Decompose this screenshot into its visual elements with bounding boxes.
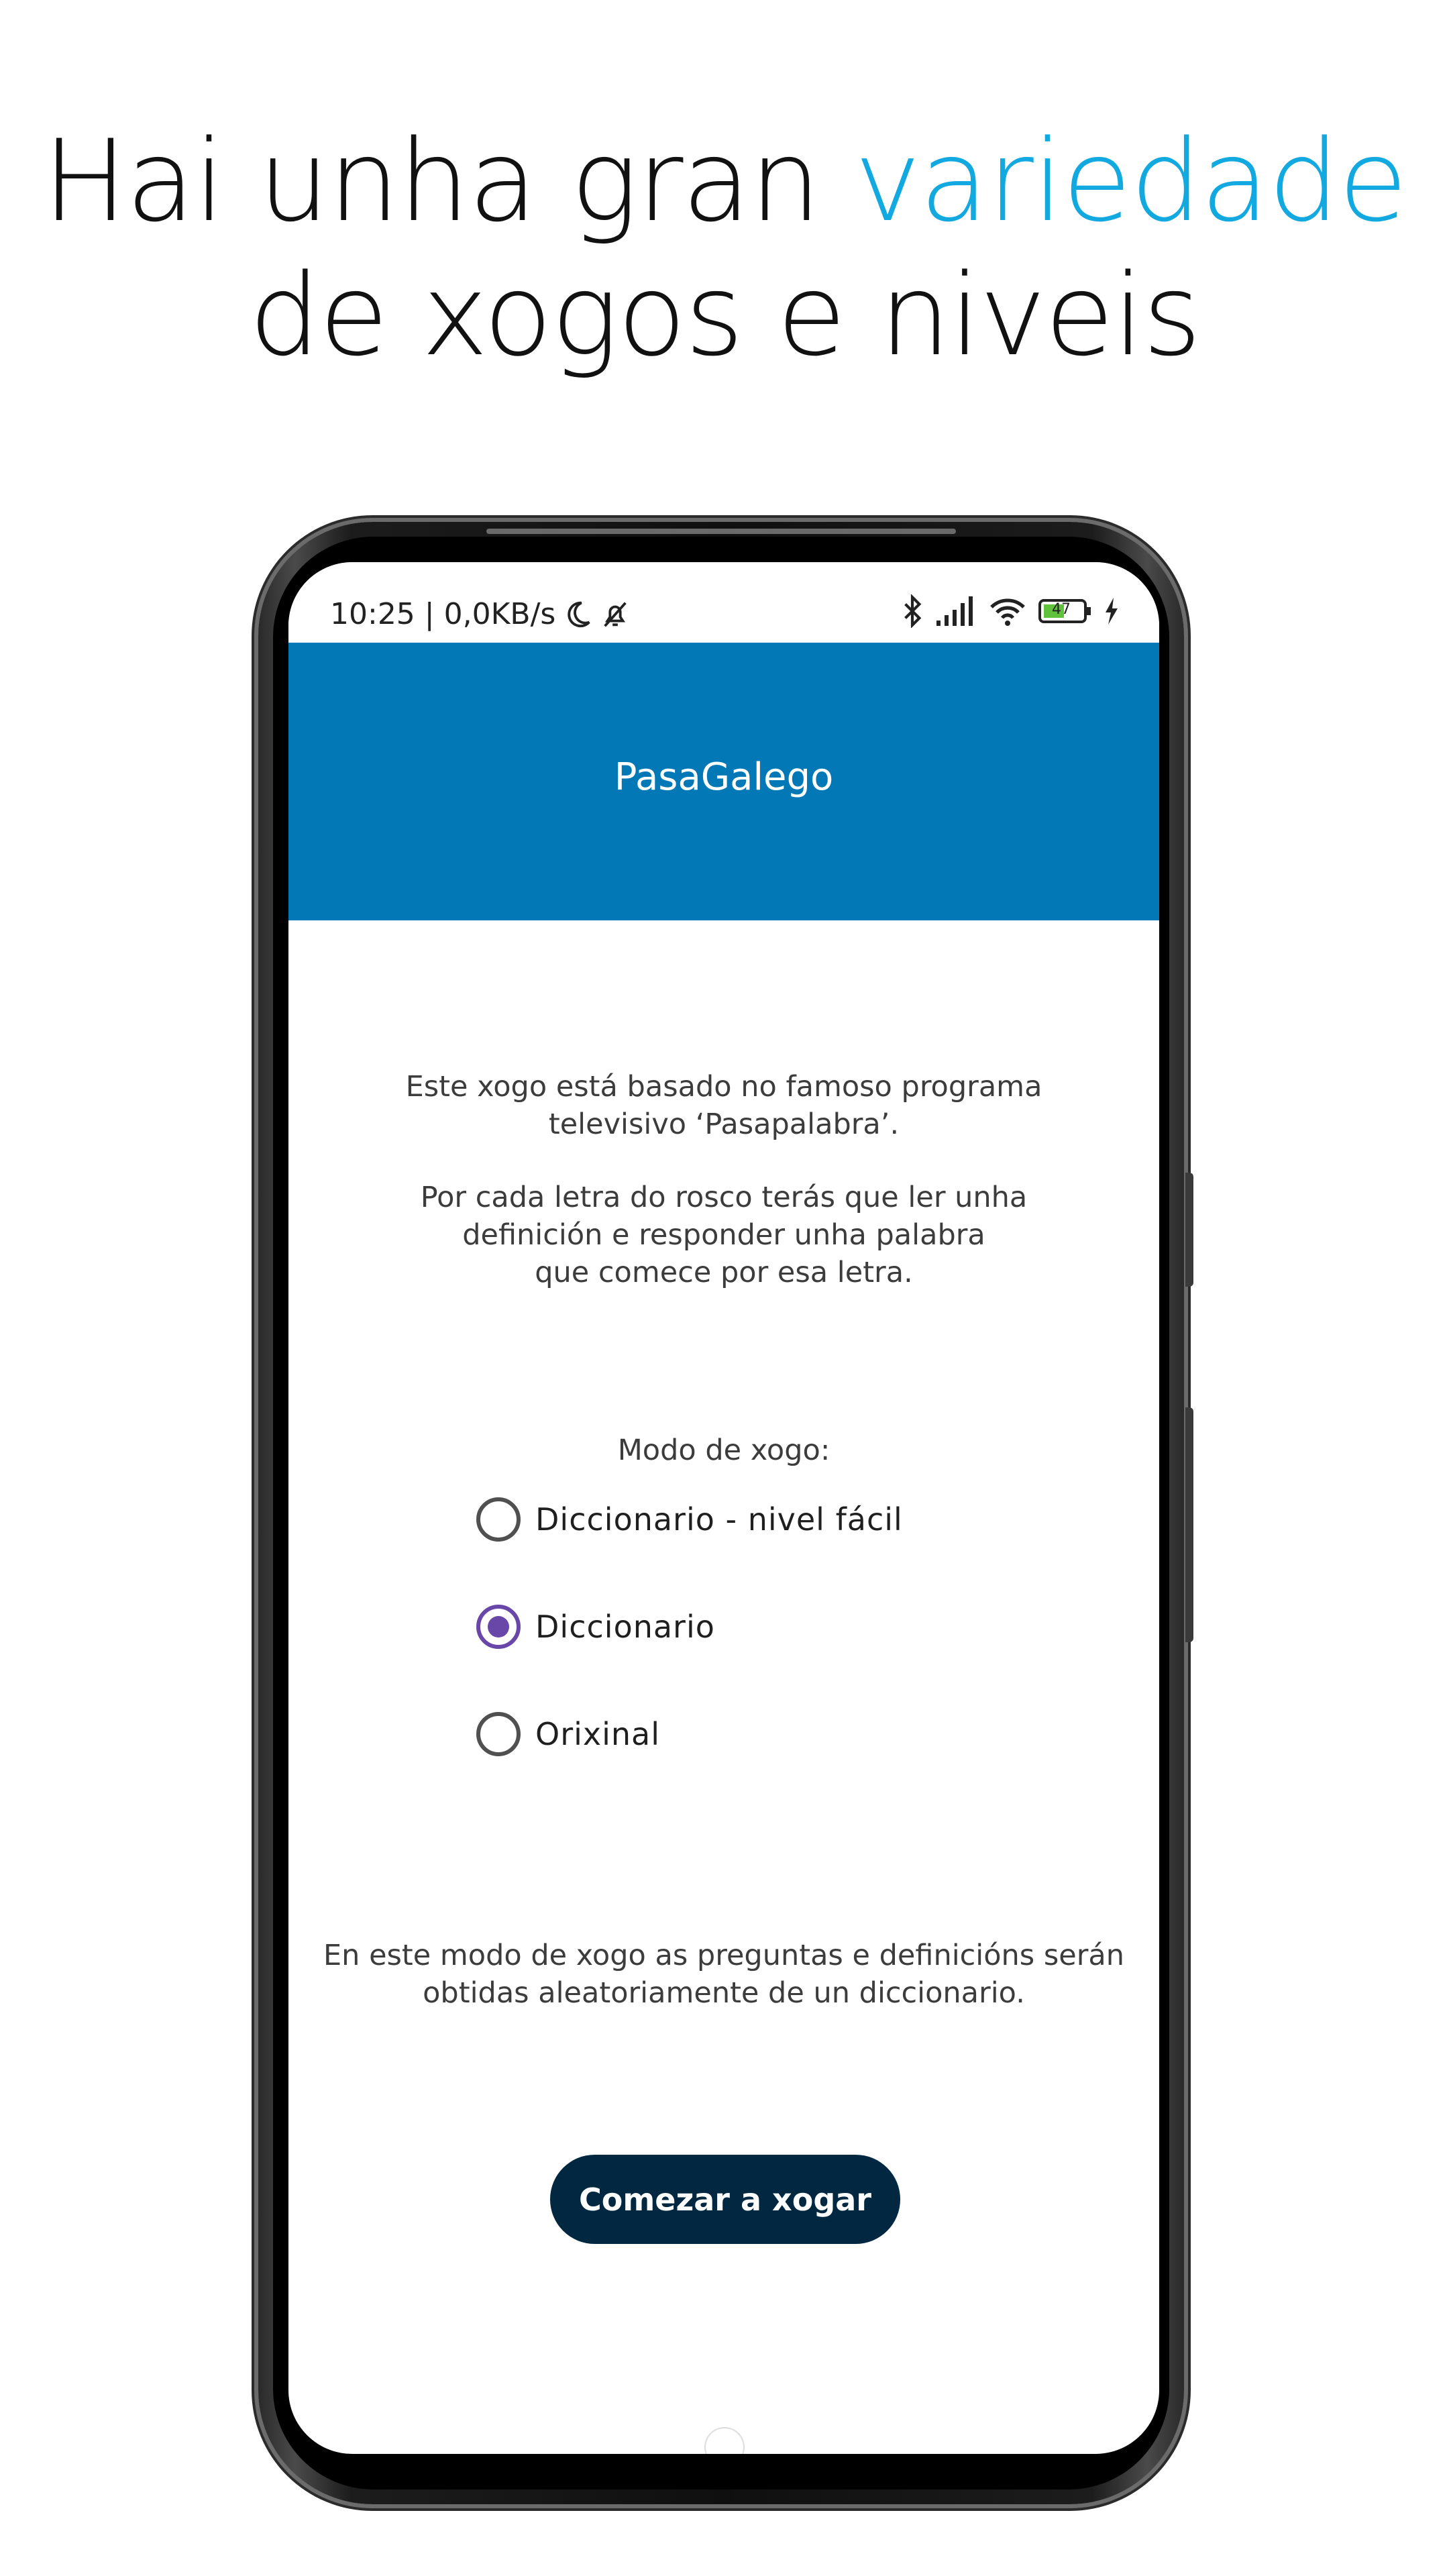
radio-option-dictionary[interactable]: Diccionario xyxy=(476,1605,715,1649)
headline-line-2: de xogos e niveis xyxy=(249,250,1201,381)
help-line: En este modo de xogo as preguntas e defi… xyxy=(323,1939,1125,1972)
signal-icon xyxy=(936,596,977,626)
radio-option-easy-dictionary[interactable]: Diccionario - nivel fácil xyxy=(476,1497,903,1542)
wifi-icon xyxy=(989,596,1026,626)
charging-icon xyxy=(1104,598,1119,625)
headline-prefix: Hai unha gran xyxy=(42,115,855,247)
battery-icon: 47 xyxy=(1038,598,1092,625)
help-line: obtidas aleatoriamente de un diccionario… xyxy=(423,1976,1025,2010)
radio-option-original[interactable]: Orixinal xyxy=(476,1712,660,1756)
intro-line: televisivo ‘Pasapalabra’. xyxy=(548,1108,900,1141)
radio-button-unchecked[interactable] xyxy=(476,1712,521,1756)
radio-option-label: Orixinal xyxy=(535,1716,661,1752)
phone-screen: 10:25 | 0,0KB/s 47 PasaGalego Este xogo … xyxy=(288,562,1159,2454)
start-game-button[interactable]: Comezar a xogar xyxy=(550,2155,900,2244)
intro-line: definición e responder unha palabra xyxy=(462,1218,985,1252)
phone-volume-button xyxy=(1185,1407,1193,1642)
intro-paragraph-1: Este xogo está basado no famoso programa… xyxy=(288,1068,1159,1143)
app-bar: PasaGalego xyxy=(288,643,1159,920)
radio-button-checked[interactable] xyxy=(476,1605,521,1649)
intro-line: Este xogo está basado no famoso programa xyxy=(405,1070,1042,1104)
main-content: Este xogo está basado no famoso programa… xyxy=(288,920,1159,2454)
phone-power-button xyxy=(1185,1173,1193,1287)
bell-off-icon xyxy=(600,599,631,630)
game-mode-help-text: En este modo de xogo as preguntas e defi… xyxy=(288,1937,1159,2012)
promo-headline: Hai unha gran variedade de xogos e nivei… xyxy=(0,114,1449,382)
battery-level: 47 xyxy=(1052,601,1071,618)
phone-speaker-slot xyxy=(486,529,956,534)
headline-line-1: Hai unha gran variedade xyxy=(0,114,1449,248)
intro-line: que comece por esa letra. xyxy=(535,1256,913,1289)
bluetooth-icon xyxy=(900,594,924,628)
radio-button-unchecked[interactable] xyxy=(476,1497,521,1542)
headline-accent-word: variedade xyxy=(854,115,1407,247)
app-title: PasaGalego xyxy=(614,755,834,799)
status-bar: 10:25 | 0,0KB/s 47 xyxy=(288,562,1159,643)
moon-icon xyxy=(562,599,593,630)
status-left: 10:25 | 0,0KB/s xyxy=(330,597,631,631)
status-right: 47 xyxy=(900,594,1119,628)
radio-option-label: Diccionario - nivel fácil xyxy=(535,1501,903,1538)
status-time-speed: 10:25 | 0,0KB/s xyxy=(330,597,556,631)
intro-line: Por cada letra do rosco terás que ler un… xyxy=(420,1181,1028,1214)
intro-paragraph-2: Por cada letra do rosco terás que ler un… xyxy=(288,1179,1159,1291)
game-mode-label: Modo de xogo: xyxy=(617,1434,830,1467)
radio-option-label: Diccionario xyxy=(535,1609,715,1645)
